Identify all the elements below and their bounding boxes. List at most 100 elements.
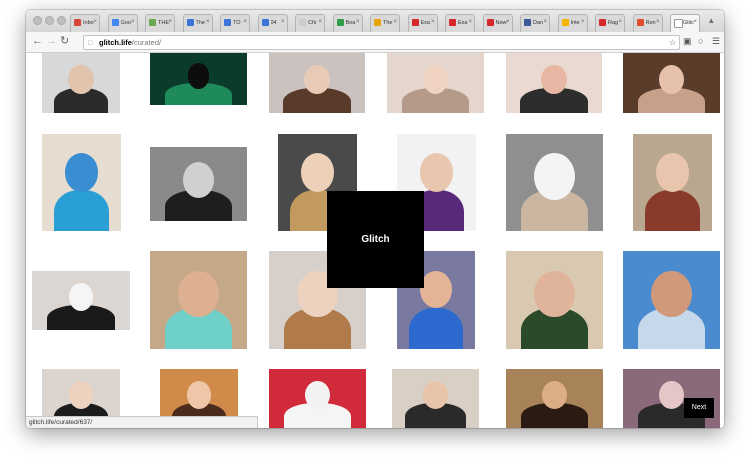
photo-subject-face bbox=[305, 380, 330, 410]
photo-subject-face bbox=[659, 380, 684, 410]
browser-tab[interactable]: TO × bbox=[220, 14, 250, 32]
photo-thumbnail[interactable] bbox=[387, 53, 484, 113]
glitch-overlay[interactable]: Glitch bbox=[327, 191, 424, 288]
browser-tab[interactable]: The × bbox=[370, 14, 400, 32]
close-tab-icon[interactable]: × bbox=[243, 19, 247, 25]
tab-strip: Inbo × Goo × THE × The × TO × 04 × Chi × Boa × The × Exa × E… bbox=[26, 10, 724, 33]
close-tab-icon[interactable]: × bbox=[506, 19, 510, 25]
photo-thumbnail[interactable] bbox=[32, 271, 130, 330]
photo-subject-face bbox=[655, 153, 690, 192]
photo-thumbnail[interactable] bbox=[150, 251, 247, 349]
close-tab-icon[interactable]: × bbox=[356, 19, 360, 25]
photo-subject-face bbox=[541, 65, 567, 94]
close-tab-icon[interactable]: × bbox=[206, 19, 210, 25]
browser-tab[interactable]: Goo × bbox=[107, 14, 138, 32]
tab-favicon-icon bbox=[299, 19, 306, 26]
forward-icon[interactable]: → bbox=[46, 35, 57, 47]
profile-icon[interactable]: ▴ bbox=[709, 15, 714, 26]
tab-favicon-icon bbox=[486, 19, 494, 26]
close-tab-icon[interactable]: × bbox=[131, 19, 135, 25]
browser-tab[interactable]: Boa × bbox=[332, 14, 363, 32]
browser-tab[interactable]: New × bbox=[482, 14, 513, 32]
page-info-icon[interactable]: □ bbox=[88, 37, 92, 50]
photo-thumbnail[interactable] bbox=[42, 134, 121, 231]
photo-subject-face bbox=[182, 161, 215, 198]
close-tab-icon[interactable]: × bbox=[693, 19, 697, 25]
photo-thumbnail[interactable] bbox=[623, 251, 720, 349]
photo-thumbnail[interactable] bbox=[42, 53, 120, 113]
browser-tab[interactable]: THE × bbox=[145, 14, 175, 32]
photo-subject-face bbox=[422, 65, 449, 94]
photo-subject-face bbox=[651, 270, 692, 318]
photo-thumbnail[interactable] bbox=[392, 369, 479, 428]
zoom-window-icon[interactable] bbox=[57, 16, 66, 25]
tab-favicon-icon bbox=[224, 19, 231, 26]
address-bar[interactable]: □ glitch.life/curated/ ☆ bbox=[83, 35, 680, 50]
photo-thumbnail[interactable] bbox=[506, 251, 603, 349]
photo-subject-face bbox=[187, 63, 210, 89]
photo-thumbnail[interactable] bbox=[150, 53, 247, 105]
browser-tab[interactable]: Glitc × bbox=[670, 14, 700, 33]
photo-subject-face bbox=[68, 65, 94, 94]
photo-thumbnail[interactable] bbox=[506, 53, 602, 113]
next-button[interactable]: Next bbox=[684, 398, 714, 418]
photo-subject-face bbox=[423, 380, 448, 410]
close-tab-icon[interactable]: × bbox=[618, 19, 622, 25]
browser-tab[interactable]: Inbo × bbox=[70, 14, 100, 32]
close-tab-icon[interactable]: × bbox=[656, 19, 660, 25]
tab-favicon-icon bbox=[336, 19, 344, 26]
close-tab-icon[interactable]: × bbox=[581, 19, 585, 25]
overlay-title: Glitch bbox=[361, 234, 390, 245]
browser-tab[interactable]: Inte × bbox=[557, 14, 588, 32]
photo-subject-body bbox=[53, 190, 110, 231]
browser-tab[interactable]: Exa × bbox=[445, 14, 475, 32]
close-tab-icon[interactable]: × bbox=[318, 19, 322, 25]
browser-tab[interactable]: 04 × bbox=[257, 14, 288, 32]
photo-thumbnail[interactable] bbox=[623, 53, 720, 113]
extension-icon[interactable]: ▣ bbox=[683, 36, 692, 47]
photo-thumbnail[interactable] bbox=[506, 369, 603, 428]
close-tab-icon[interactable]: × bbox=[281, 19, 285, 25]
bookmark-star-icon[interactable]: ☆ bbox=[669, 36, 676, 49]
back-icon[interactable]: ← bbox=[32, 35, 43, 47]
close-tab-icon[interactable]: × bbox=[168, 19, 172, 25]
close-window-icon[interactable] bbox=[33, 16, 42, 25]
close-tab-icon[interactable]: × bbox=[543, 19, 547, 25]
tab-favicon-icon bbox=[411, 19, 419, 26]
status-bar: glitch.life/curated/637/ bbox=[26, 416, 258, 428]
photo-thumbnail[interactable] bbox=[506, 134, 603, 231]
photo-subject-face bbox=[534, 153, 575, 201]
close-tab-icon[interactable]: × bbox=[93, 19, 97, 25]
tab-favicon-icon bbox=[149, 19, 156, 26]
reload-icon[interactable]: ↻ bbox=[60, 35, 69, 47]
photo-subject-face bbox=[542, 380, 567, 410]
browser-toolbar: ← → ↻ □ glitch.life/curated/ ☆ ▣ ○ ☰ bbox=[26, 32, 724, 53]
tab-favicon-icon bbox=[374, 19, 381, 26]
photo-subject-face bbox=[64, 153, 99, 192]
tab-favicon-icon bbox=[674, 19, 683, 28]
menu-icon[interactable]: ☰ bbox=[712, 36, 720, 47]
close-tab-icon[interactable]: × bbox=[468, 19, 472, 25]
tab-favicon-icon bbox=[261, 19, 269, 26]
photo-subject-face bbox=[419, 270, 453, 309]
close-tab-icon[interactable]: × bbox=[393, 19, 397, 25]
browser-tab[interactable]: Dan × bbox=[520, 14, 550, 32]
photo-subject-face bbox=[534, 270, 575, 318]
tab-favicon-icon bbox=[186, 19, 194, 26]
browser-tab[interactable]: Rag × bbox=[595, 14, 625, 32]
photo-subject-face bbox=[658, 65, 685, 94]
browser-tab[interactable]: Ren × bbox=[632, 14, 663, 32]
photo-thumbnail[interactable] bbox=[633, 134, 712, 231]
extension-icon-2[interactable]: ○ bbox=[698, 36, 703, 46]
browser-tab[interactable]: Chi × bbox=[295, 14, 325, 32]
tab-favicon-icon bbox=[599, 19, 606, 26]
browser-tab[interactable]: Exa × bbox=[407, 14, 438, 32]
browser-window: Inbo × Goo × THE × The × TO × 04 × Chi × Boa × The × Exa × E… bbox=[26, 10, 724, 428]
browser-tab[interactable]: The × bbox=[182, 14, 213, 32]
close-tab-icon[interactable]: × bbox=[431, 19, 435, 25]
minimize-window-icon[interactable] bbox=[45, 16, 54, 25]
photo-thumbnail[interactable] bbox=[150, 147, 247, 221]
photo-thumbnail[interactable] bbox=[269, 369, 366, 428]
photo-thumbnail[interactable] bbox=[269, 53, 365, 113]
url-path: /curated/ bbox=[131, 38, 162, 47]
